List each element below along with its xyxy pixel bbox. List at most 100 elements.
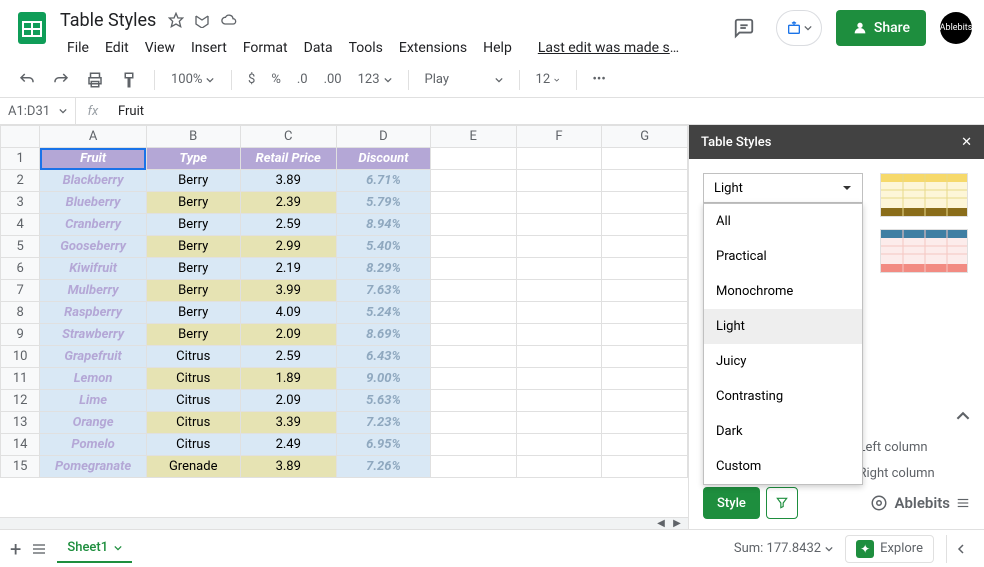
dropdown-option[interactable]: Juicy bbox=[704, 344, 862, 379]
comments-icon[interactable] bbox=[726, 10, 762, 46]
menu-extensions[interactable]: Extensions bbox=[392, 36, 474, 60]
cell[interactable] bbox=[430, 456, 516, 478]
cell[interactable]: Berry bbox=[146, 170, 240, 192]
cell[interactable] bbox=[430, 170, 516, 192]
row-header[interactable]: 1 bbox=[1, 148, 40, 170]
cell[interactable]: 3.89 bbox=[240, 170, 336, 192]
cell[interactable]: Citrus bbox=[146, 368, 240, 390]
cell[interactable] bbox=[516, 302, 602, 324]
cell[interactable] bbox=[602, 214, 688, 236]
style-preview[interactable] bbox=[880, 229, 968, 273]
filter-button[interactable] bbox=[766, 487, 798, 519]
cell[interactable]: Citrus bbox=[146, 346, 240, 368]
cell[interactable]: Orange bbox=[40, 412, 147, 434]
cell[interactable] bbox=[602, 170, 688, 192]
row-header[interactable]: 2 bbox=[1, 170, 40, 192]
cell[interactable]: Berry bbox=[146, 258, 240, 280]
row-header[interactable]: 8 bbox=[1, 302, 40, 324]
number-format-select[interactable]: 123 bbox=[352, 68, 398, 91]
font-size-select[interactable]: 12 bbox=[530, 68, 566, 91]
cell[interactable]: Citrus bbox=[146, 434, 240, 456]
menu-tools[interactable]: Tools bbox=[342, 36, 390, 60]
avatar[interactable]: Ablebits bbox=[940, 12, 972, 44]
collapse-icon[interactable] bbox=[956, 409, 970, 423]
row-header[interactable]: 4 bbox=[1, 214, 40, 236]
cell[interactable] bbox=[430, 346, 516, 368]
cell[interactable] bbox=[430, 148, 516, 170]
menu-view[interactable]: View bbox=[138, 36, 182, 60]
cell[interactable]: Berry bbox=[146, 236, 240, 258]
cell[interactable]: 9.00% bbox=[336, 368, 430, 390]
cell[interactable] bbox=[516, 368, 602, 390]
menu-insert[interactable]: Insert bbox=[184, 36, 234, 60]
menu-data[interactable]: Data bbox=[297, 36, 340, 60]
cell[interactable] bbox=[430, 258, 516, 280]
row-header[interactable]: 10 bbox=[1, 346, 40, 368]
currency-icon[interactable]: $ bbox=[242, 68, 261, 91]
row-header[interactable]: 15 bbox=[1, 456, 40, 478]
cell[interactable]: 6.43% bbox=[336, 346, 430, 368]
cell[interactable]: Berry bbox=[146, 214, 240, 236]
cell[interactable]: Raspberry bbox=[40, 302, 147, 324]
cell[interactable]: Citrus bbox=[146, 412, 240, 434]
row-header[interactable]: 7 bbox=[1, 280, 40, 302]
cell[interactable] bbox=[430, 434, 516, 456]
cell[interactable] bbox=[430, 324, 516, 346]
cell[interactable] bbox=[430, 236, 516, 258]
zoom-select[interactable]: 100% bbox=[165, 68, 221, 91]
scroll-left-icon[interactable]: ◀ bbox=[654, 519, 668, 529]
cell[interactable]: 2.59 bbox=[240, 346, 336, 368]
star-icon[interactable] bbox=[168, 12, 184, 28]
cell[interactable]: 3.39 bbox=[240, 412, 336, 434]
cell[interactable]: Kiwifruit bbox=[40, 258, 147, 280]
cell[interactable]: Grapefruit bbox=[40, 346, 147, 368]
col-header[interactable]: D bbox=[336, 126, 430, 148]
cell[interactable]: Lemon bbox=[40, 368, 147, 390]
cell[interactable]: Blackberry bbox=[40, 170, 147, 192]
style-preview[interactable] bbox=[880, 173, 968, 217]
cell[interactable]: 8.94% bbox=[336, 214, 430, 236]
cell[interactable] bbox=[516, 346, 602, 368]
sum-display[interactable]: Sum: 177.8432 bbox=[734, 541, 833, 556]
sheets-logo[interactable] bbox=[12, 8, 52, 48]
scroll-right-icon[interactable]: ▶ bbox=[670, 519, 684, 529]
cell[interactable]: Retail Price bbox=[240, 148, 336, 170]
cell[interactable] bbox=[430, 302, 516, 324]
cell[interactable]: 5.24% bbox=[336, 302, 430, 324]
cell[interactable] bbox=[516, 456, 602, 478]
cell[interactable] bbox=[430, 412, 516, 434]
cell[interactable]: 2.99 bbox=[240, 236, 336, 258]
row-header[interactable]: 12 bbox=[1, 390, 40, 412]
cell[interactable] bbox=[516, 324, 602, 346]
share-button[interactable]: Share bbox=[836, 10, 926, 46]
explore-button[interactable]: ✦Explore bbox=[845, 535, 934, 563]
all-sheets-icon[interactable] bbox=[31, 541, 47, 557]
row-header[interactable]: 14 bbox=[1, 434, 40, 456]
cell[interactable] bbox=[602, 192, 688, 214]
cell[interactable]: Strawberry bbox=[40, 324, 147, 346]
increase-decimal-icon[interactable]: .00 bbox=[318, 68, 348, 91]
row-header[interactable]: 11 bbox=[1, 368, 40, 390]
horizontal-scrollbar[interactable]: ◀ ▶ bbox=[0, 517, 688, 529]
cell[interactable]: Discount bbox=[336, 148, 430, 170]
cell[interactable] bbox=[516, 214, 602, 236]
row-header[interactable]: 5 bbox=[1, 236, 40, 258]
cell[interactable] bbox=[516, 170, 602, 192]
cell[interactable] bbox=[430, 280, 516, 302]
cell[interactable]: 8.69% bbox=[336, 324, 430, 346]
cell[interactable]: Citrus bbox=[146, 390, 240, 412]
font-select[interactable]: Play bbox=[419, 68, 509, 91]
dropdown-option[interactable]: Dark bbox=[704, 414, 862, 449]
decrease-decimal-icon[interactable]: .0 bbox=[291, 68, 314, 91]
cell[interactable] bbox=[602, 280, 688, 302]
row-header[interactable]: 9 bbox=[1, 324, 40, 346]
col-header[interactable]: B bbox=[146, 126, 240, 148]
cell[interactable]: Fruit bbox=[40, 148, 147, 170]
formula-input[interactable]: Fruit bbox=[110, 104, 152, 119]
dropdown-option[interactable]: Practical bbox=[704, 239, 862, 274]
dropdown-option[interactable]: Custom bbox=[704, 449, 862, 484]
dropdown-option[interactable]: All bbox=[704, 204, 862, 239]
redo-icon[interactable] bbox=[46, 67, 76, 93]
cell[interactable]: Cranberry bbox=[40, 214, 147, 236]
category-select[interactable]: Light bbox=[703, 173, 863, 203]
